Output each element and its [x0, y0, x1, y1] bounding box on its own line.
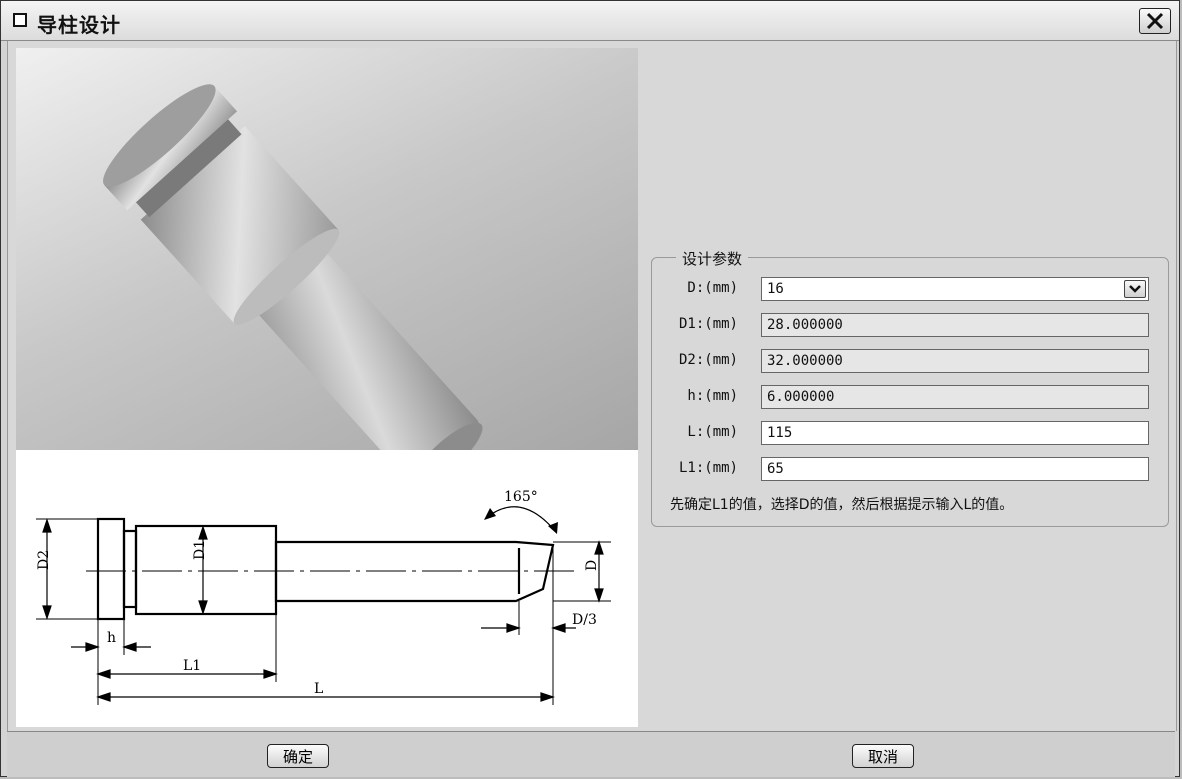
hint-text: 先确定L1的值，选择D的值，然后根据提示输入L的值。 [670, 497, 1014, 513]
guide-pillar-2d-drawing: 165° D2 D1 D D/3 h L1 L [36, 489, 611, 705]
param-label-d2: D2:(mm) [678, 352, 738, 368]
l-label: L [314, 681, 323, 697]
angle-label: 165° [504, 489, 538, 505]
dialog-content: 165° D2 D1 D D/3 h L1 L 设计参数 D:(mm) 16 D… [7, 41, 1177, 731]
button-bar: 确定 取消 [7, 731, 1175, 777]
close-button[interactable] [1139, 8, 1171, 34]
param-label-d: D:(mm) [687, 280, 738, 296]
model-3d-preview [16, 48, 638, 488]
window-title: 导柱设计 [37, 13, 121, 37]
l1-label: L1 [183, 658, 201, 674]
window-icon [13, 13, 27, 27]
d1-label: D1 [192, 540, 208, 560]
cancel-button[interactable]: 取消 [852, 744, 914, 768]
dimension-drawing: 165° D2 D1 D D/3 h L1 L [16, 450, 638, 727]
dropdown-button[interactable] [1124, 280, 1146, 298]
d2-label: D2 [36, 550, 52, 570]
h-field[interactable]: 6.000000 [761, 385, 1149, 409]
close-icon [1146, 12, 1164, 30]
guide-pillar-dialog: 导柱设计 165° D2 D1 D D/3 h L1 L 设计参数 D:(mm)… [0, 0, 1180, 777]
l1-field[interactable]: 65 [761, 457, 1149, 481]
d3-label: D/3 [572, 612, 597, 628]
group-legend: 设计参数 [676, 248, 749, 269]
param-label-d1: D1:(mm) [678, 316, 738, 332]
chevron-down-icon [1129, 285, 1141, 293]
guide-pillar-3d-image [103, 84, 483, 488]
param-label-h: h:(mm) [687, 388, 738, 404]
d2-field[interactable]: 32.000000 [761, 349, 1149, 373]
design-params-group: 设计参数 D:(mm) 16 D1:(mm) 28.000000 D2:(mm)… [651, 248, 1169, 527]
d-select-value: 16 [767, 281, 784, 297]
title-bar: 导柱设计 [1, 1, 1179, 41]
d-label: D [584, 560, 600, 571]
h-label: h [107, 630, 116, 646]
l-field[interactable]: 115 [761, 421, 1149, 445]
param-label-l: L:(mm) [687, 424, 738, 440]
d1-field[interactable]: 28.000000 [761, 313, 1149, 337]
param-label-l1: L1:(mm) [678, 460, 738, 476]
d-select[interactable]: 16 [761, 277, 1149, 301]
ok-button[interactable]: 确定 [267, 744, 329, 768]
